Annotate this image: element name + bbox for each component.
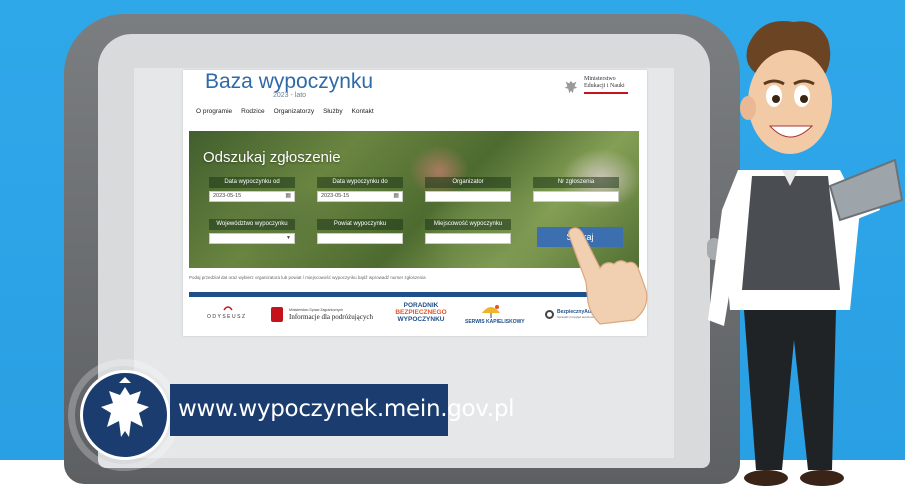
voivodeship-select[interactable]: ▼	[209, 233, 295, 244]
application-number-label: Nr zgłoszenia	[533, 177, 619, 188]
ministry-underline	[584, 92, 628, 94]
bus-logo-icon[interactable]	[545, 310, 554, 319]
msz-eagle-icon[interactable]	[271, 307, 283, 322]
eagle-icon	[101, 377, 149, 437]
presenter-character	[708, 21, 904, 486]
date-from-value: 2023-05-15	[213, 193, 242, 199]
partner-info[interactable]: Informacje dla podróżujących	[289, 313, 373, 321]
poradnik-line-3: WYPOCZYNKU	[397, 316, 445, 323]
organizer-input[interactable]	[425, 191, 511, 202]
date-to-input[interactable]: 2023-05-15 ▦	[317, 191, 403, 202]
partner-info-small: Ministerstwo Spraw Zagranicznych	[289, 308, 344, 312]
poradnik-line-1: PORADNIK	[403, 302, 439, 309]
poradnik-line-2: BEZPIECZNEGO	[395, 309, 447, 316]
chevron-down-icon[interactable]: ▼	[286, 234, 291, 243]
locality-label: Miejscowość wypoczynku	[425, 219, 511, 230]
ministry-eagle-icon	[564, 80, 578, 94]
organizer-label: Organizator	[425, 177, 511, 188]
locality-input[interactable]	[425, 233, 511, 244]
application-number-input[interactable]	[533, 191, 619, 202]
site-title[interactable]: Baza wypoczynku	[205, 70, 373, 94]
date-from-input[interactable]: 2023-05-15 ▦	[209, 191, 295, 202]
website-url[interactable]: www.wypoczynek.mein.gov.pl	[178, 396, 515, 422]
date-to-label: Data wypoczynku do	[317, 177, 403, 188]
date-to-value: 2023-05-15	[321, 193, 350, 199]
nav-item-rodzice[interactable]: Rodzice	[241, 108, 264, 118]
calendar-icon[interactable]: ▦	[393, 192, 399, 201]
polish-eagle-emblem	[80, 370, 170, 460]
partner-odyseusz[interactable]: ODYSEUSZ	[207, 314, 247, 320]
scene-background: Baza wypoczynku 2023 - lato Ministerstwo…	[0, 0, 905, 494]
pointing-hand-icon	[568, 227, 648, 325]
search-heading: Odszukaj zgłoszenie	[203, 149, 341, 166]
county-label: Powiat wypoczynku	[317, 219, 403, 230]
nav-item-sluzby[interactable]: Służby	[323, 108, 343, 118]
nav-item-organizatorzy[interactable]: Organizatorzy	[274, 108, 314, 118]
county-input[interactable]	[317, 233, 403, 244]
partner-serwis[interactable]: SERWIS KAPIELISKOWY	[465, 319, 525, 325]
voivodeship-label: Województwo wypoczynku	[209, 219, 295, 230]
odyseusz-logo-icon[interactable]	[223, 304, 233, 312]
calendar-icon[interactable]: ▦	[285, 192, 291, 201]
nav-item-o-programie[interactable]: O programie	[196, 108, 232, 118]
date-from-label: Data wypoczynku od	[209, 177, 295, 188]
site-subtitle: 2023 - lato	[273, 92, 307, 99]
search-hint: Podaj przedział dat oraz wybierz organiz…	[189, 275, 426, 280]
ministry-name[interactable]: Ministerstwo Edukacji i Nauki	[584, 76, 625, 90]
partner-poradnik[interactable]: PORADNIK BEZPIECZNEGO WYPOCZYNKU	[392, 302, 450, 323]
main-nav: O programie Rodzice Organizatorzy Służby…	[196, 108, 374, 118]
nav-item-kontakt[interactable]: Kontakt	[352, 108, 374, 118]
umbrella-icon[interactable]	[481, 304, 501, 318]
